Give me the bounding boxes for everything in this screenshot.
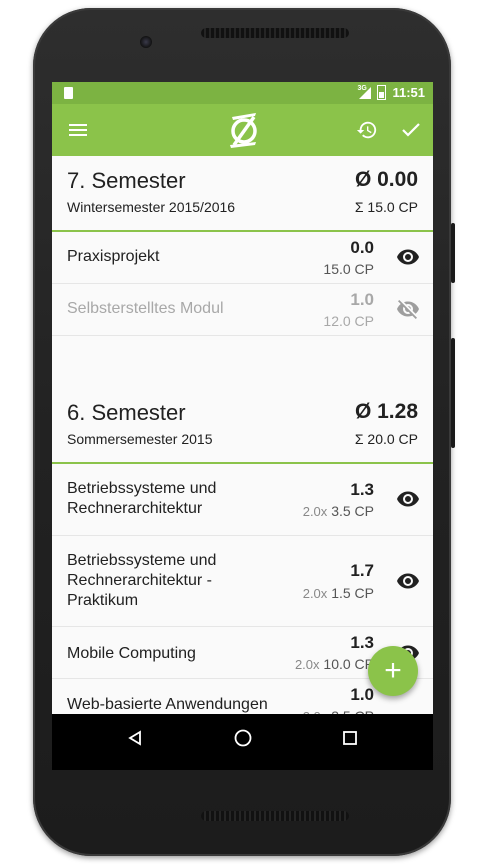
android-nav-bar bbox=[52, 714, 433, 770]
module-credits: 3.5 CP bbox=[331, 503, 374, 519]
semester-header[interactable]: 6. Semester Sommersemester 2015 Ø 1.28 Σ… bbox=[52, 388, 433, 464]
module-grade: 0.0 bbox=[350, 238, 374, 257]
module-row[interactable]: Betriebssysteme und Rechnerarchitektur -… bbox=[52, 536, 433, 627]
front-camera bbox=[140, 36, 152, 48]
module-grade: 1.7 bbox=[350, 561, 374, 580]
module-row[interactable]: Selbsterstelltes Modul 1.0 12.0 CP bbox=[52, 284, 433, 336]
module-row[interactable]: Betriebssysteme und Rechnerarchitektur 1… bbox=[52, 464, 433, 536]
average-symbol-logo bbox=[222, 104, 266, 156]
semester-header[interactable]: 7. Semester Wintersemester 2015/2016 Ø 0… bbox=[52, 156, 433, 232]
module-grade: 1.0 bbox=[350, 290, 374, 309]
add-icon: + bbox=[384, 654, 402, 687]
status-bar: 3G 11:51 bbox=[52, 82, 433, 104]
module-name: Betriebssysteme und Rechnerarchitektur -… bbox=[67, 552, 217, 609]
app-toolbar bbox=[52, 104, 433, 156]
module-credits: 1.5 CP bbox=[331, 585, 374, 601]
sim-card-icon bbox=[64, 87, 73, 99]
visibility-icon[interactable] bbox=[396, 569, 420, 593]
check-icon[interactable] bbox=[396, 104, 426, 156]
semester-credits: Σ 20.0 CP bbox=[354, 431, 418, 447]
power-button bbox=[451, 338, 455, 448]
module-weight: 2.0x bbox=[302, 504, 328, 519]
volume-button bbox=[451, 223, 455, 283]
top-speaker bbox=[201, 28, 349, 38]
bottom-speaker bbox=[201, 811, 349, 821]
semester-title: 6. Semester bbox=[67, 400, 186, 425]
app-screen: 3G 11:51 7. Semester Wintersemester 2015… bbox=[52, 82, 433, 770]
battery-icon bbox=[377, 85, 387, 100]
module-name: Praxisprojekt bbox=[67, 248, 160, 265]
recents-square-icon[interactable] bbox=[326, 714, 374, 762]
section-gap bbox=[52, 336, 433, 388]
module-weight: 2.0x bbox=[302, 586, 328, 601]
module-row[interactable]: Praxisprojekt 0.0 15.0 CP bbox=[52, 232, 433, 284]
semester-average: Ø 0.00 bbox=[354, 168, 418, 191]
module-grade: 1.3 bbox=[350, 633, 374, 652]
semester-subtitle: Wintersemester 2015/2016 bbox=[67, 199, 236, 215]
module-weight: 2.0x bbox=[294, 657, 320, 672]
module-name: Mobile Computing bbox=[67, 645, 196, 662]
module-grade: 1.3 bbox=[350, 480, 374, 499]
semester-title: 7. Semester bbox=[67, 168, 186, 193]
add-module-button[interactable]: + bbox=[368, 646, 418, 696]
module-credits: 12.0 CP bbox=[323, 313, 374, 329]
visibility-off-icon[interactable] bbox=[396, 297, 420, 321]
back-triangle-icon[interactable] bbox=[111, 714, 159, 762]
signal-icon: 3G bbox=[357, 84, 372, 99]
semester-subtitle: Sommersemester 2015 bbox=[67, 431, 213, 447]
home-circle-icon[interactable] bbox=[219, 714, 267, 762]
visibility-icon[interactable] bbox=[396, 487, 420, 511]
history-icon[interactable] bbox=[352, 104, 382, 156]
status-time: 11:51 bbox=[392, 85, 425, 100]
hamburger-icon[interactable] bbox=[66, 104, 90, 156]
semester-credits: Σ 15.0 CP bbox=[354, 199, 418, 215]
semester-average: Ø 1.28 bbox=[354, 400, 418, 423]
module-name: Web-basierte Anwendungen bbox=[67, 696, 268, 713]
visibility-icon[interactable] bbox=[396, 245, 420, 269]
module-grade: 1.0 bbox=[350, 685, 374, 704]
module-credits: 15.0 CP bbox=[323, 261, 374, 277]
module-credits: 10.0 CP bbox=[323, 656, 374, 672]
module-name: Betriebssysteme und Rechnerarchitektur bbox=[67, 480, 217, 517]
network-type: 3G bbox=[357, 84, 367, 92]
module-name: Selbsterstelltes Modul bbox=[67, 300, 224, 317]
